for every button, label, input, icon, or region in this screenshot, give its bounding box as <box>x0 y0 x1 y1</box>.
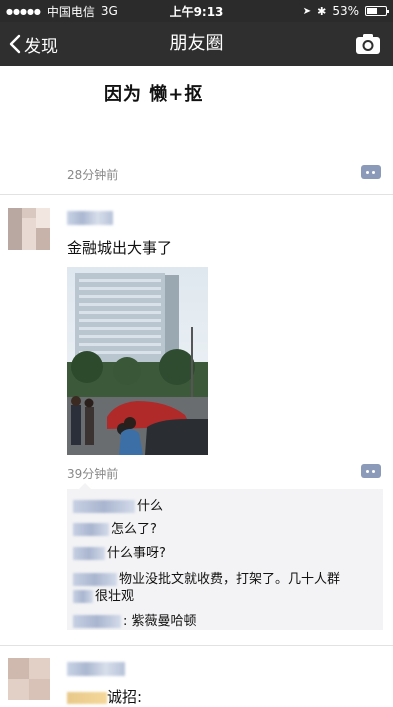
author-name[interactable] <box>67 211 113 225</box>
commenter-name[interactable] <box>73 523 109 536</box>
avatar-image <box>8 208 50 250</box>
comment-row-continued: 很壮观 <box>73 585 134 604</box>
comment-icon[interactable] <box>361 464 381 478</box>
network-label: 3G <box>100 4 118 18</box>
comment-text: 物业没批文就收费，打架了。几十人群 <box>119 572 341 587</box>
page-title: 朋友圈 <box>169 33 224 54</box>
avatar[interactable] <box>8 208 50 250</box>
commenter-name[interactable] <box>73 615 121 628</box>
carrier-label: 中国电信 <box>46 4 95 19</box>
battery-icon <box>365 6 389 16</box>
comment-icon[interactable] <box>361 165 381 179</box>
author-name[interactable] <box>67 662 125 676</box>
post-text: 诚招: <box>67 686 142 707</box>
post-caption: 因为 懒+抠 <box>104 84 204 105</box>
post-time: 39分钟前 <box>67 467 119 481</box>
post-text-content: 诚招: <box>107 688 143 706</box>
comment-text: : 紫薇曼哈顿 <box>123 614 197 629</box>
location-icon: ➤ <box>302 5 312 17</box>
comment-text: 什么 <box>137 499 164 514</box>
camera-icon[interactable] <box>355 32 381 56</box>
comments-section: 什么 怎么了? 什么事呀? 物业没批文就收费，打架了。几十人群 很壮观 : 紫薇… <box>67 483 383 630</box>
name-fragment <box>73 590 93 603</box>
comment-text: 怎么了? <box>111 522 157 537</box>
divider <box>0 645 393 646</box>
signal-icon: ●●●●● <box>6 6 41 16</box>
post-time: 28分钟前 <box>67 168 119 182</box>
post-text: 金融城出大事了 <box>67 239 173 257</box>
commenter-name[interactable] <box>73 500 135 513</box>
comment-row[interactable]: 什么 <box>73 495 163 514</box>
battery-percent: 53% <box>332 4 359 18</box>
comment-text: 什么事呀? <box>107 546 166 561</box>
avatar-image <box>8 658 50 700</box>
comment-row[interactable]: : 紫薇曼哈顿 <box>73 610 197 629</box>
status-bar: ●●●●● 中国电信 3G 上午9:13 ➤ ✱ 53% <box>0 0 393 22</box>
comment-row[interactable]: 怎么了? <box>73 518 157 537</box>
comment-text: 很壮观 <box>95 589 135 604</box>
comment-row[interactable]: 什么事呀? <box>73 542 166 561</box>
divider <box>0 194 393 195</box>
bluetooth-icon: ✱ <box>317 4 327 18</box>
clock: 上午9:13 <box>169 4 224 19</box>
building-photo <box>67 267 208 455</box>
post-photo[interactable] <box>67 267 208 455</box>
emoji-blur <box>67 691 107 704</box>
avatar[interactable] <box>8 658 50 700</box>
navigation-bar: 发现 朋友圈 <box>0 22 393 66</box>
commenter-name[interactable] <box>73 547 105 560</box>
